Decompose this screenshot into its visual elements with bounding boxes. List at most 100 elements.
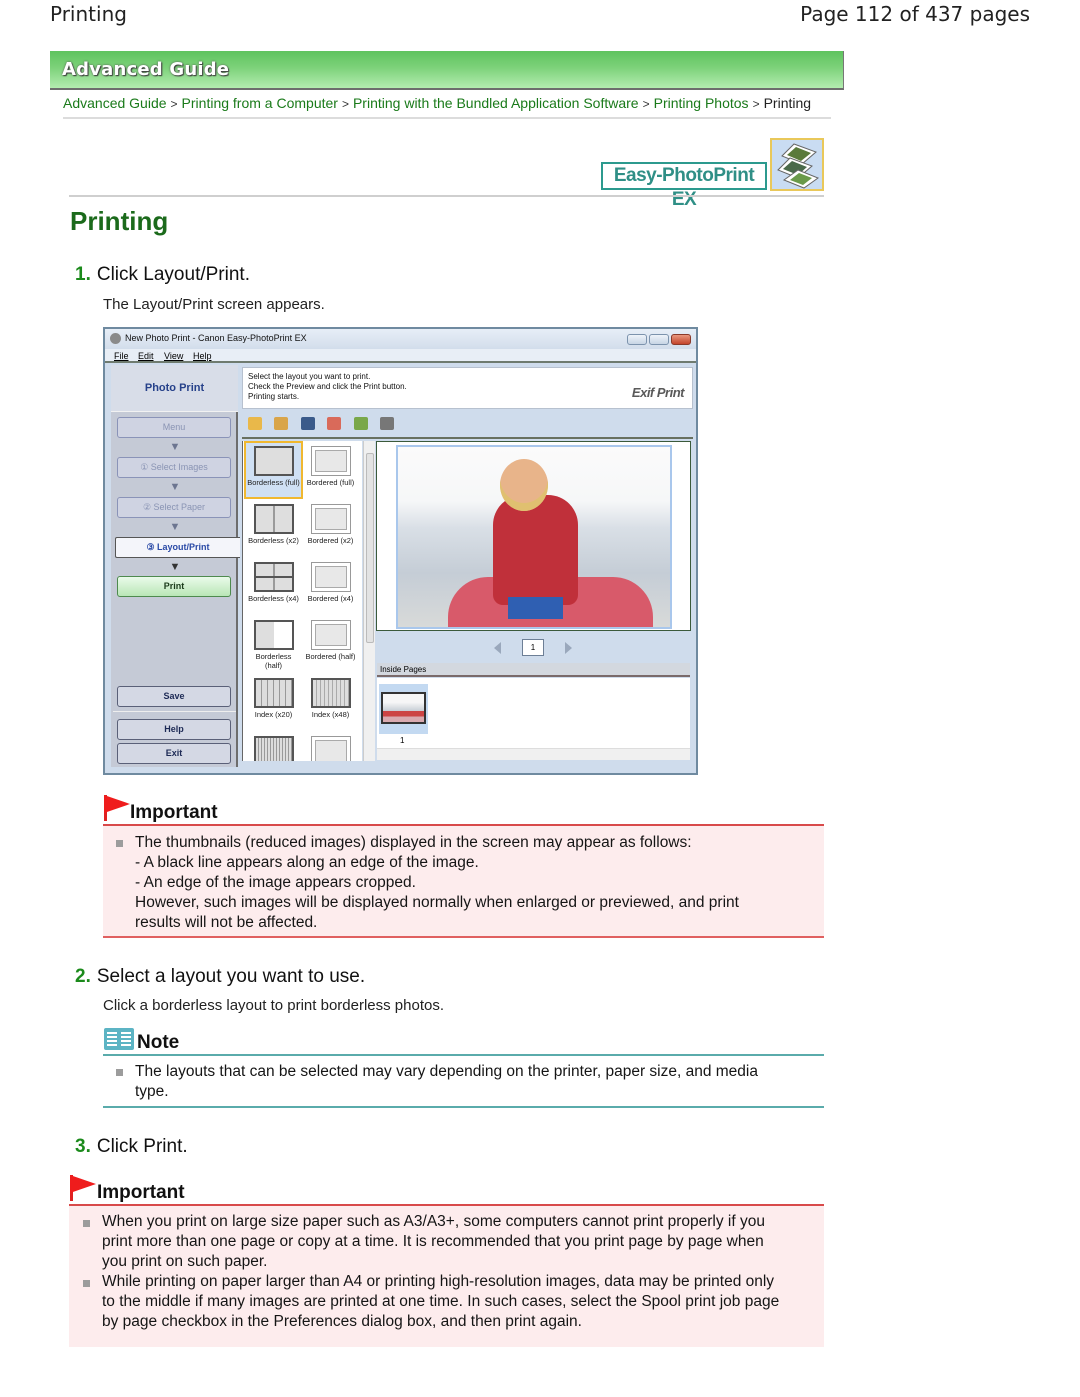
- bullet-icon: [116, 1069, 123, 1076]
- layout-item[interactable]: Bordered (x4): [303, 559, 358, 603]
- layout-scrollbar[interactable]: [363, 441, 375, 761]
- text-line: The layouts that can be selected may var…: [135, 1063, 758, 1080]
- breadcrumb-link[interactable]: Printing from a Computer: [182, 95, 338, 111]
- text-line: When you print on large size paper such …: [102, 1213, 765, 1230]
- step-1: 1. Click Layout/Print.: [75, 264, 250, 286]
- menu-help[interactable]: Help: [193, 351, 212, 361]
- layout-item[interactable]: Borderless (x2): [246, 501, 301, 545]
- layout-item[interactable]: Borderless (full): [244, 441, 303, 499]
- text-line: print more than one page or copy at a ti…: [102, 1233, 764, 1250]
- important-item: When you print on large size paper such …: [102, 1212, 765, 1272]
- app-icon: [110, 333, 121, 344]
- note-heading: Note: [137, 1032, 180, 1053]
- layout-label: Borderless (x4): [248, 594, 299, 603]
- important-flag-icon: [104, 795, 130, 821]
- text-line: to the middle if many images are printed…: [102, 1293, 780, 1310]
- text-line: - A black line appears along an edge of …: [135, 854, 479, 871]
- layout-thumbnail: [310, 446, 351, 476]
- layout-label: Borderless (x2): [248, 536, 299, 545]
- text-line: results will not be affected.: [135, 914, 318, 931]
- important-heading: Important: [97, 1182, 185, 1203]
- section-header: Printing: [50, 2, 127, 26]
- horizontal-scrollbar[interactable]: [377, 748, 690, 760]
- divider: [69, 195, 824, 197]
- layout-thumbnail: [253, 446, 294, 476]
- layout-thumbnail: [310, 620, 351, 650]
- step-title: Select a layout you want to use.: [96, 966, 366, 987]
- select-images-button[interactable]: ① Select Images: [117, 457, 231, 478]
- help-button[interactable]: Help: [117, 719, 231, 740]
- menu-bar: File Edit View Help: [105, 349, 696, 363]
- layout-item[interactable]: Bordered (half): [303, 617, 358, 661]
- instruction-line: Check the Preview and click the Print bu…: [248, 382, 407, 391]
- text-line: - An edge of the image appears cropped.: [135, 874, 416, 891]
- instruction-panel: Select the layout you want to print. Che…: [242, 367, 693, 409]
- select-paper-button[interactable]: ② Select Paper: [117, 497, 231, 518]
- preview-photo: [396, 445, 672, 629]
- page-thumbnail[interactable]: [379, 684, 428, 734]
- breadcrumb-link[interactable]: Printing Photos: [654, 95, 749, 111]
- layout-print-screenshot: New Photo Print - Canon Easy-PhotoPrint …: [103, 327, 698, 775]
- layout-item[interactable]: [246, 733, 301, 761]
- minimize-button[interactable]: [627, 334, 647, 345]
- divider: [63, 117, 831, 119]
- breadcrumb-link[interactable]: Printing with the Bundled Application So…: [353, 95, 639, 111]
- photo-detail: [500, 459, 548, 511]
- layout-item[interactable]: Bordered (x2): [303, 501, 358, 545]
- text-line: The thumbnails (reduced images) displaye…: [135, 834, 692, 851]
- page-navigator: 1: [376, 633, 691, 661]
- exit-button[interactable]: Exit: [117, 743, 231, 764]
- instruction-line: Printing starts.: [248, 392, 300, 401]
- crop-icon[interactable]: [300, 417, 315, 430]
- layout-thumbnail: [253, 678, 294, 708]
- scrollbar-thumb[interactable]: [366, 453, 374, 643]
- layout-item[interactable]: [303, 733, 358, 761]
- arrow-down-icon: ▼: [169, 441, 181, 453]
- maximize-button[interactable]: [649, 334, 669, 345]
- print-button[interactable]: Print: [117, 576, 231, 597]
- layout-item[interactable]: Borderless (half): [246, 617, 301, 670]
- layout-print-button[interactable]: ③ Layout/Print: [115, 537, 240, 558]
- menu-button[interactable]: Menu: [117, 417, 231, 438]
- breadcrumb-link[interactable]: Advanced Guide: [63, 95, 167, 111]
- breadcrumb-separator: >: [170, 97, 178, 111]
- thumbnail-image: [381, 692, 426, 724]
- save-button[interactable]: Save: [117, 686, 231, 707]
- arrow-down-icon: ▼: [169, 561, 181, 573]
- note-book-icon: [104, 1028, 134, 1050]
- step-title: Click Print.: [96, 1136, 188, 1157]
- text-line: you print on such paper.: [102, 1253, 268, 1270]
- layout-thumbnail: [253, 504, 294, 534]
- window-titlebar: New Photo Print - Canon Easy-PhotoPrint …: [105, 329, 696, 349]
- banner-title: Advanced Guide: [62, 59, 230, 80]
- edit-image-icon[interactable]: [274, 417, 289, 430]
- add-image-icon[interactable]: [248, 417, 262, 430]
- layout-item[interactable]: Index (x48): [303, 675, 358, 719]
- instruction-line: Select the layout you want to print.: [248, 372, 371, 381]
- close-button[interactable]: [671, 334, 691, 345]
- layout-thumbnail: [253, 736, 294, 761]
- print-settings-icon[interactable]: [380, 417, 395, 430]
- menu-view[interactable]: View: [164, 351, 183, 361]
- menu-file[interactable]: File: [114, 351, 129, 361]
- layout-label: Index (x48): [311, 710, 350, 719]
- next-page-icon[interactable]: [565, 642, 572, 654]
- breadcrumb: Advanced Guide > Printing from a Computer >…: [63, 95, 811, 111]
- correct-image-icon[interactable]: [353, 417, 368, 430]
- bullet-icon: [83, 1220, 90, 1227]
- page-number: 1: [522, 639, 544, 656]
- frame-icon[interactable]: [327, 417, 342, 430]
- previous-page-icon[interactable]: [494, 642, 501, 654]
- breadcrumb-current: Printing: [763, 95, 812, 111]
- sidebar-header: Photo Print: [111, 365, 238, 412]
- layout-label: Borderless (full): [247, 478, 300, 487]
- layout-item[interactable]: Bordered (full): [303, 443, 358, 487]
- photo-detail: [508, 597, 563, 619]
- thumbnail-number: 1: [400, 736, 405, 745]
- layout-label: Bordered (x4): [307, 594, 354, 603]
- important-box: When you print on large size paper such …: [69, 1204, 824, 1347]
- sidebar: Photo Print Menu ▼ ① Select Images ▼ ② S…: [111, 365, 240, 767]
- layout-item[interactable]: Index (x20): [246, 675, 301, 719]
- layout-item[interactable]: Borderless (x4): [246, 559, 301, 603]
- menu-edit[interactable]: Edit: [138, 351, 154, 361]
